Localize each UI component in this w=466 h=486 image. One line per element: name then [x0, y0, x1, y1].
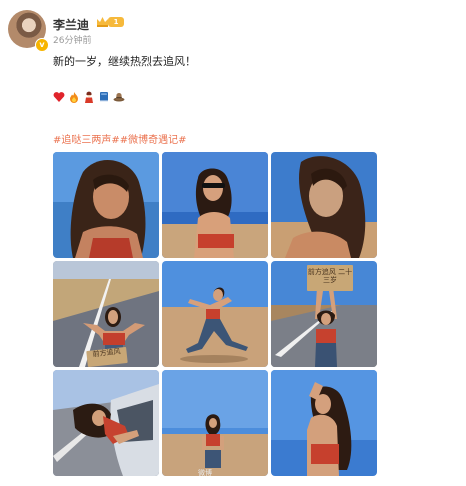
photo-5-image	[162, 261, 268, 367]
photo-2[interactable]	[162, 152, 268, 258]
vip-badge[interactable]: 1	[96, 15, 126, 29]
photo-3-image	[271, 152, 377, 258]
photo-1-image	[53, 152, 159, 258]
photo-7[interactable]	[53, 370, 159, 476]
photo-9[interactable]	[271, 370, 377, 476]
post-text: 新的一岁，继续热烈去追风！	[53, 55, 196, 68]
photo-8-image	[162, 370, 268, 476]
verified-badge-icon: v	[35, 38, 49, 52]
photo-5[interactable]	[162, 261, 268, 367]
emoji-row	[53, 91, 125, 107]
photo-4[interactable]: 前方追风	[53, 261, 159, 367]
photo-1[interactable]	[53, 152, 159, 258]
photo-6[interactable]: 前方追风 二十三岁	[271, 261, 377, 367]
heart-icon	[53, 92, 65, 102]
photo-8[interactable]	[162, 370, 268, 476]
hat-icon	[113, 93, 125, 102]
photo-3[interactable]	[271, 152, 377, 258]
photo-2-image	[162, 152, 268, 258]
watermark: 微博	[198, 469, 212, 477]
book-icon	[100, 92, 108, 102]
fire-icon	[70, 92, 78, 103]
timestamp[interactable]: 26分钟前	[53, 33, 91, 46]
person-icon	[85, 91, 93, 103]
photo-9-image	[271, 370, 377, 476]
hashtag-links[interactable]: #追哒三两声##微博奇遇记#	[53, 131, 187, 146]
level-badge: 1	[108, 17, 124, 27]
held-sign-placard: 前方追风 二十三岁	[307, 265, 353, 291]
username[interactable]: 李兰迪	[53, 16, 89, 33]
photo-7-image	[53, 370, 159, 476]
